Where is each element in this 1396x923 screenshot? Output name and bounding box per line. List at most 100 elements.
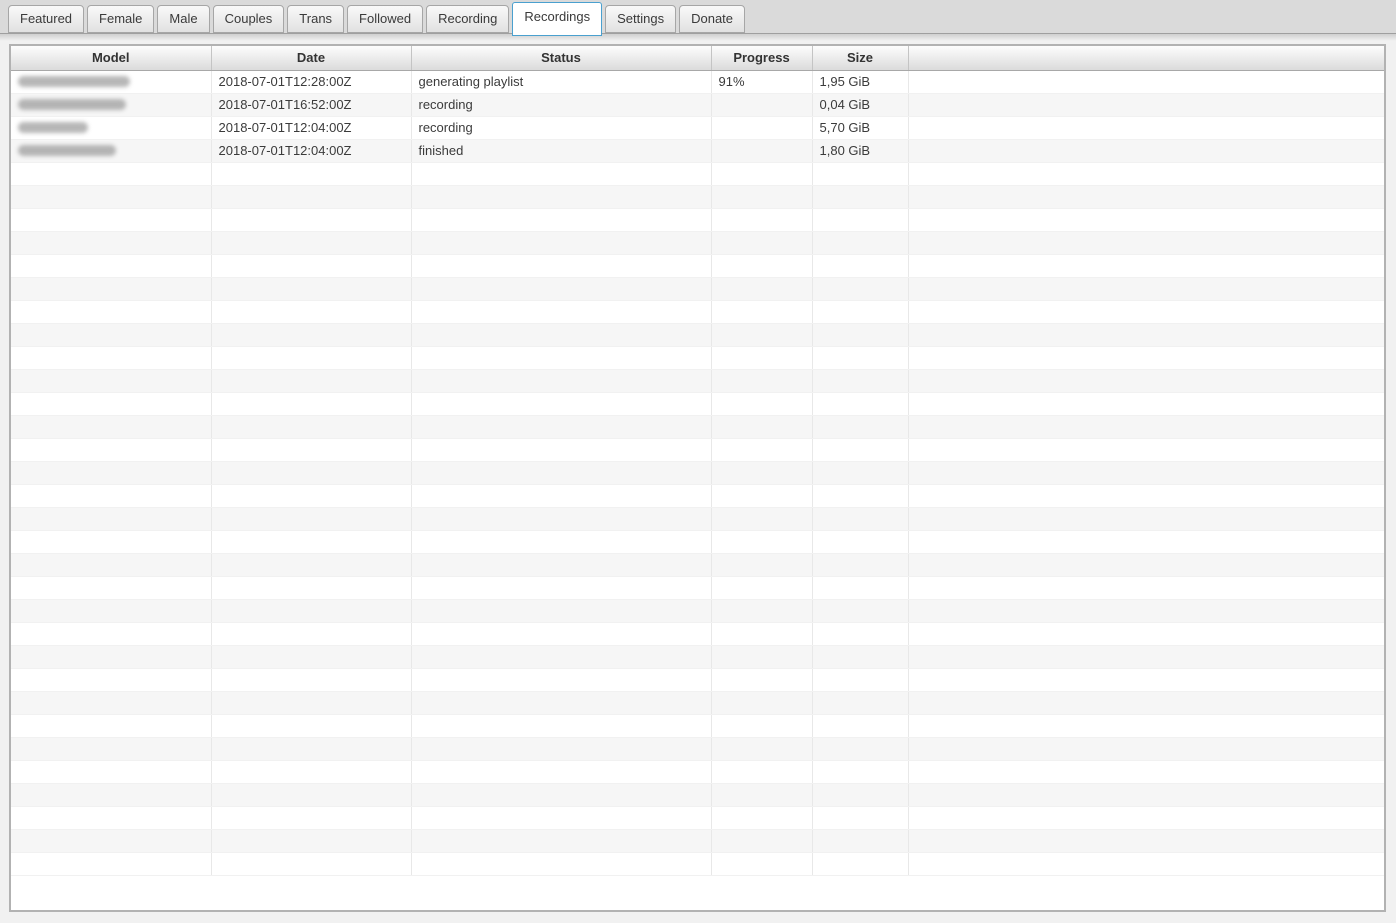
empty-cell [711, 323, 813, 347]
tab-settings[interactable]: Settings [605, 5, 677, 33]
empty-row [11, 599, 1384, 623]
empty-cell [711, 576, 813, 600]
empty-cell [812, 162, 909, 186]
empty-cell [908, 300, 1384, 324]
tab-trans[interactable]: Trans [287, 5, 345, 33]
empty-cell [411, 599, 712, 623]
empty-cell [11, 714, 212, 738]
recording-row[interactable]: 2018-07-01T12:04:00Z finished 1,80 GiB [11, 139, 1384, 163]
empty-cell [411, 300, 712, 324]
empty-cell [211, 254, 412, 278]
recordings-table: Model Date Status Progress Size 2018-07-01T1… [11, 46, 1384, 876]
empty-cell [11, 599, 212, 623]
tab-female[interactable]: Female [87, 5, 155, 33]
empty-cell [908, 254, 1384, 278]
empty-cell [211, 760, 412, 784]
empty-row [11, 806, 1384, 830]
model-name-blurred [18, 145, 116, 157]
recording-row[interactable]: 2018-07-01T12:28:00Z generating playlist 9… [11, 70, 1384, 94]
recordings-table-container: Model Date Status Progress Size 2018-07-01T1… [9, 44, 1386, 912]
empty-cell [908, 231, 1384, 255]
cell-size: 5,70 GiB [812, 116, 909, 140]
empty-cell [11, 576, 212, 600]
empty-row [11, 300, 1384, 324]
empty-cell [908, 392, 1384, 416]
empty-cell [908, 852, 1384, 876]
empty-cell [11, 438, 212, 462]
cell-extra [908, 116, 1384, 140]
empty-cell [812, 691, 909, 715]
empty-row [11, 668, 1384, 692]
empty-cell [812, 622, 909, 646]
empty-cell [211, 691, 412, 715]
tab-couples[interactable]: Couples [212, 5, 285, 33]
cell-extra [908, 93, 1384, 117]
empty-cell [908, 691, 1384, 715]
tab-recordings[interactable]: Recordings [512, 2, 603, 36]
empty-cell [411, 231, 712, 255]
empty-cell [11, 783, 212, 807]
empty-cell [812, 829, 909, 853]
tab-recording[interactable]: Recording [426, 5, 510, 33]
tab-featured[interactable]: Featured [8, 5, 85, 33]
empty-cell [812, 254, 909, 278]
empty-cell [411, 691, 712, 715]
column-header-extra [908, 46, 1384, 71]
empty-cell [411, 277, 712, 301]
empty-cell [411, 484, 712, 508]
empty-cell [211, 852, 412, 876]
empty-cell [211, 668, 412, 692]
empty-cell [11, 369, 212, 393]
cell-status: generating playlist [411, 70, 712, 94]
column-header-date[interactable]: Date [211, 46, 412, 71]
empty-cell [211, 185, 412, 209]
tab-donate[interactable]: Donate [679, 5, 746, 33]
model-name-blurred [18, 99, 126, 111]
empty-cell [812, 392, 909, 416]
main-content: Model Date Status Progress Size 2018-07-01T1… [0, 34, 1396, 923]
empty-cell [11, 553, 212, 577]
empty-row [11, 438, 1384, 462]
empty-cell [908, 599, 1384, 623]
empty-cell [211, 645, 412, 669]
empty-cell [812, 714, 909, 738]
empty-cell [711, 277, 813, 301]
empty-cell [908, 576, 1384, 600]
empty-cell [812, 599, 909, 623]
tab-male[interactable]: Male [157, 5, 210, 33]
column-header-status[interactable]: Status [411, 46, 712, 71]
tab-bar: Featured Female Male Couples Trans Followed Re… [0, 0, 1396, 36]
column-header-size[interactable]: Size [812, 46, 909, 71]
empty-cell [211, 507, 412, 531]
cell-progress: 91% [711, 70, 813, 94]
column-header-progress[interactable]: Progress [711, 46, 813, 71]
empty-cell [908, 484, 1384, 508]
empty-cell [711, 737, 813, 761]
empty-cell [411, 668, 712, 692]
empty-cell [411, 829, 712, 853]
recording-row[interactable]: 2018-07-01T16:52:00Z recording 0,04 GiB [11, 93, 1384, 117]
empty-row [11, 369, 1384, 393]
empty-row [11, 829, 1384, 853]
empty-cell [411, 438, 712, 462]
empty-cell [11, 300, 212, 324]
empty-cell [908, 208, 1384, 232]
tab-followed[interactable]: Followed [347, 5, 424, 33]
empty-cell [812, 369, 909, 393]
empty-cell [908, 346, 1384, 370]
empty-cell [812, 760, 909, 784]
cell-progress [711, 139, 813, 163]
empty-cell [411, 622, 712, 646]
empty-cell [908, 415, 1384, 439]
empty-cell [411, 806, 712, 830]
empty-cell [812, 461, 909, 485]
table-body: 2018-07-01T12:28:00Z generating playlist 9… [11, 70, 1384, 876]
empty-row [11, 415, 1384, 439]
cell-extra [908, 139, 1384, 163]
empty-cell [411, 392, 712, 416]
recording-row[interactable]: 2018-07-01T12:04:00Z recording 5,70 GiB [11, 116, 1384, 140]
empty-cell [711, 346, 813, 370]
column-header-model[interactable]: Model [11, 46, 212, 71]
empty-cell [711, 760, 813, 784]
empty-cell [711, 392, 813, 416]
